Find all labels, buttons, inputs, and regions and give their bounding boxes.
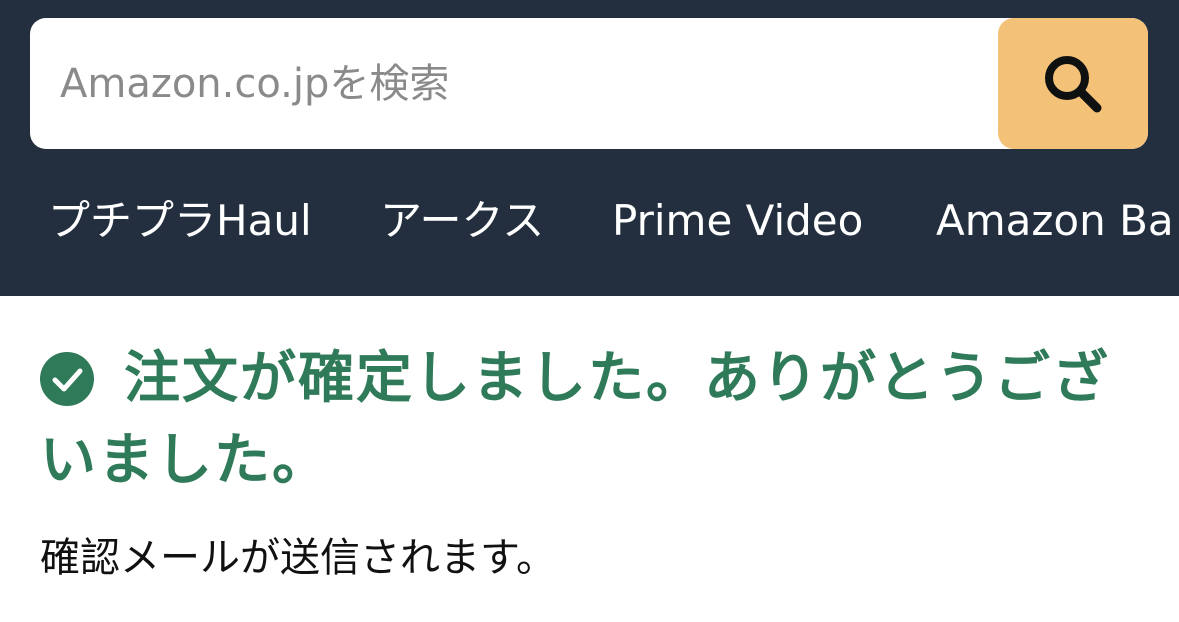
search-icon [1045, 55, 1102, 112]
search-input[interactable] [30, 18, 998, 149]
header: プチプラHaul アークス Prime Video Amazon Ba [0, 0, 1179, 296]
category-nav: プチプラHaul アークス Prime Video Amazon Ba [0, 186, 1179, 256]
confirmation-email-message: 確認メールが送信されます。 [40, 535, 556, 581]
nav-item-amazon-basics[interactable]: Amazon Ba [936, 186, 1174, 256]
search-bar [30, 18, 1148, 149]
nav-item-prime-video[interactable]: Prime Video [612, 186, 863, 256]
nav-item-puchipura-haul[interactable]: プチプラHaul [48, 186, 312, 256]
nav-item-arcs[interactable]: アークス [380, 186, 544, 256]
search-button[interactable] [998, 18, 1148, 149]
check-circle-icon [40, 352, 94, 406]
order-confirmed-title: 注文が確定しました。ありがとうございました。 [40, 346, 1110, 493]
order-confirmation-heading: 注文が確定しました。ありがとうございました。 [40, 338, 1150, 502]
